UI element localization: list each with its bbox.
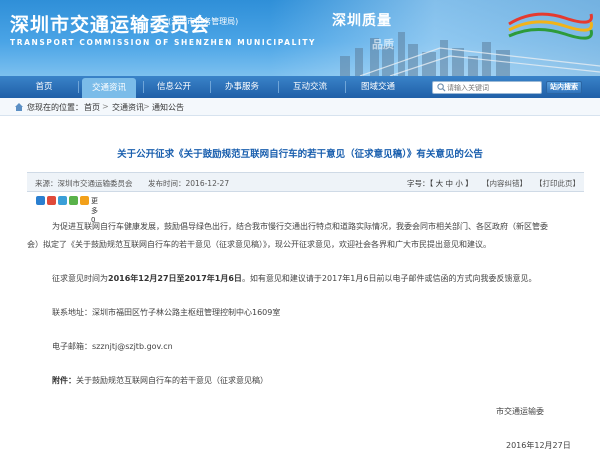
paragraph-1-line-2: 会）拟定了《关于鼓励规范互联网自行车的若干意见（征求意见稿）》，现公开征求意见，… bbox=[27, 240, 491, 249]
period-dates: 2016年12月27日至2017年1月6日 bbox=[108, 274, 242, 283]
signature-date: 2016年12月27日 bbox=[506, 441, 571, 450]
nav-item-traffic-news[interactable]: 交通资讯 bbox=[82, 78, 136, 98]
share-qzone-icon[interactable] bbox=[36, 196, 45, 205]
print-page-link[interactable]: 【打印此页】 bbox=[535, 178, 580, 189]
search-input[interactable] bbox=[447, 82, 539, 93]
breadcrumb-link-traffic-news[interactable]: 交通资讯 bbox=[112, 102, 144, 113]
breadcrumb-separator: > bbox=[143, 102, 150, 111]
share-weibo-icon[interactable] bbox=[47, 196, 56, 205]
contact-address: 联系地址：深圳市福田区竹子林公路主枢纽管理控制中心1609室 bbox=[52, 308, 281, 317]
paragraph-1-line-1: 为促进互联网自行车健康发展，鼓励倡导绿色出行，结合我市慢行交通出行特点和道路实际… bbox=[52, 222, 548, 231]
article-meta-bar: 来源：深圳市交通运输委员会 发布时间：2016-12-27 字号：【 大 中 小… bbox=[27, 172, 584, 192]
location-icon bbox=[15, 103, 23, 111]
nav-item-interaction[interactable]: 互动交流 bbox=[280, 76, 340, 98]
contact-email: 电子邮箱：szznjtj@szjtb.gov.cn bbox=[52, 342, 173, 351]
share-more-icon[interactable] bbox=[80, 196, 89, 205]
nav-item-info-disclosure[interactable]: 信息公开 bbox=[146, 76, 202, 98]
share-tencent-icon[interactable] bbox=[58, 196, 67, 205]
site-subtitle: (深圳市港务管理局) bbox=[168, 17, 239, 26]
nav-divider bbox=[210, 81, 211, 93]
article-source: 来源：深圳市交通运输委员会 bbox=[35, 179, 133, 188]
content-correction-link[interactable]: 【内容纠错】 bbox=[482, 178, 527, 189]
article-title: 关于公开征求《关于鼓励规范互联网自行车的若干意见（征求意见稿）》有关意见的公告 bbox=[117, 149, 483, 160]
nav-divider bbox=[78, 81, 79, 93]
period-prefix: 征求意见时间为 bbox=[52, 274, 108, 283]
slogan-secondary: 品质 bbox=[372, 38, 394, 51]
attachment-link[interactable]: 关于鼓励规范互联网自行车的若干意见（征求意见稿） bbox=[76, 376, 268, 385]
signature: 市交通运输委 bbox=[496, 407, 544, 416]
breadcrumb-prefix: 您现在的位置： bbox=[27, 103, 83, 112]
search-icon bbox=[437, 83, 446, 92]
site-english-name: TRANSPORT COMMISSION OF SHENZHEN MUNICIP… bbox=[10, 38, 317, 47]
share-wechat-icon[interactable] bbox=[69, 196, 78, 205]
nav-divider bbox=[143, 81, 144, 93]
nav-item-services[interactable]: 办事服务 bbox=[212, 76, 272, 98]
nav-divider bbox=[278, 81, 279, 93]
publish-date: 发布时间：2016-12-27 bbox=[148, 179, 230, 188]
slogan-text: 深圳质量 bbox=[332, 13, 392, 29]
nav-divider bbox=[345, 81, 346, 93]
breadcrumb-link-home[interactable]: 首页 bbox=[84, 102, 100, 113]
search-box bbox=[432, 81, 542, 94]
breadcrumb-separator: > bbox=[102, 102, 109, 111]
font-size-switcher[interactable]: 字号：【 大 中 小 】 bbox=[407, 178, 473, 189]
paragraph-2: 征求意见时间为2016年12月27日至2017年1月6日。如有意见和建议请于20… bbox=[52, 270, 536, 288]
attachment-line: 附件：关于鼓励规范互联网自行车的若干意见（征求意见稿） bbox=[52, 372, 268, 390]
site-header: 深圳市交通运输委员会 (深圳市港务管理局) TRANSPORT COMMISSI… bbox=[0, 0, 600, 76]
breadcrumb-link-notices[interactable]: 通知公告 bbox=[152, 102, 184, 113]
nav-item-map-traffic[interactable]: 图域交通 bbox=[348, 76, 408, 98]
nav-item-home[interactable]: 首页 bbox=[20, 76, 68, 98]
site-search-button[interactable]: 站内搜索 bbox=[546, 81, 582, 94]
breadcrumb: 您现在的位置： 首页 > 交通资讯 > 通知公告 bbox=[0, 98, 600, 116]
period-suffix: 。如有意见和建议请于2017年1月6日前以电子邮件或信函的方式向我委反馈意见。 bbox=[241, 274, 537, 283]
shenzhen-quality-logo bbox=[508, 12, 593, 40]
attachment-label: 附件： bbox=[52, 376, 76, 385]
